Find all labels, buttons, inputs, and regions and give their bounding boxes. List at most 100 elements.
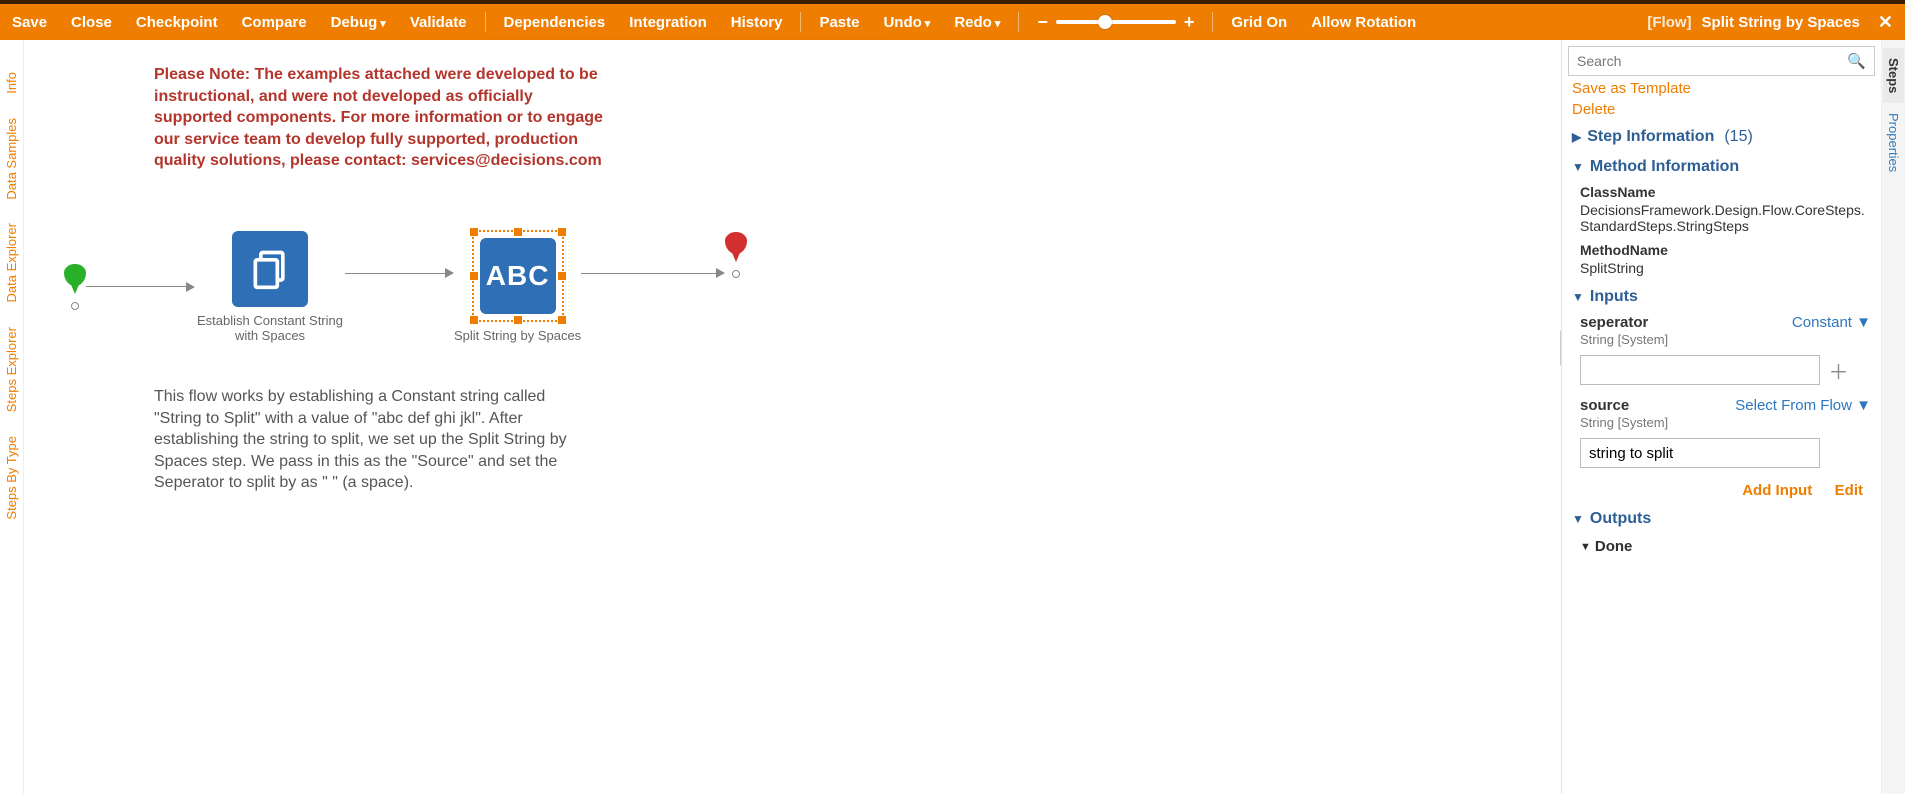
start-node[interactable] <box>64 264 86 310</box>
undo-dropdown[interactable]: Undo▾ <box>871 14 942 31</box>
zoom-out-button[interactable]: − <box>1037 12 1048 33</box>
search-input[interactable] <box>1577 53 1847 69</box>
resize-handle[interactable] <box>514 316 522 324</box>
chevron-down-icon: ▾ <box>380 18 386 30</box>
paste-button[interactable]: Paste <box>807 14 871 31</box>
tab-steps-explorer[interactable]: Steps Explorer <box>1 315 22 424</box>
validate-button[interactable]: Validate <box>398 14 479 31</box>
section-inputs[interactable]: ▼ Inputs <box>1572 280 1871 310</box>
zoom-in-button[interactable]: + <box>1184 12 1195 33</box>
end-pin-icon <box>725 232 747 266</box>
input-mapping-dropdown[interactable]: Constant ▼ <box>1792 314 1871 331</box>
start-pin-icon <box>64 264 86 298</box>
step-label: Split String by Spaces <box>454 328 581 343</box>
canvas-note: Please Note: The examples attached were … <box>154 64 604 172</box>
input-mapping-dropdown[interactable]: Select From Flow ▼ <box>1735 397 1871 414</box>
caret-right-icon: ▶ <box>1572 130 1581 144</box>
end-node[interactable] <box>725 232 747 278</box>
properties-body: Save as Template Delete ▶ Step Informati… <box>1562 80 1881 794</box>
resize-handle[interactable] <box>558 316 566 324</box>
allow-rotation-button[interactable]: Allow Rotation <box>1299 14 1428 31</box>
abc-step-icon: ABC <box>480 238 556 314</box>
compare-button[interactable]: Compare <box>230 14 319 31</box>
methodname-label: MethodName <box>1580 242 1871 258</box>
close-flow-button[interactable]: ✕ <box>1874 12 1905 33</box>
caret-down-icon: ▼ <box>1572 160 1584 174</box>
input-name: seperator <box>1580 314 1648 331</box>
caret-down-icon: ▼ <box>1572 290 1584 304</box>
add-input-button[interactable]: Add Input <box>1742 482 1812 499</box>
save-as-template-link[interactable]: Save as Template <box>1572 80 1691 99</box>
input-type-label: String [System] <box>1580 331 1871 347</box>
tab-info[interactable]: Info <box>1 60 22 106</box>
tab-data-explorer[interactable]: Data Explorer <box>1 211 22 314</box>
history-button[interactable]: History <box>719 14 795 31</box>
grid-on-button[interactable]: Grid On <box>1219 14 1299 31</box>
flow-step-establish-constant[interactable]: Establish Constant String with Spaces <box>195 231 345 343</box>
chevron-down-icon: ▾ <box>925 18 931 30</box>
toolbar-separator <box>1018 12 1019 32</box>
delete-link[interactable]: Delete <box>1572 99 1615 120</box>
output-done[interactable]: ▼ Done <box>1572 532 1871 555</box>
redo-dropdown[interactable]: Redo▾ <box>942 14 1012 31</box>
zoom-thumb[interactable] <box>1098 15 1112 29</box>
chevron-down-icon: ▼ <box>1856 314 1871 331</box>
prop-classname: ClassName DecisionsFramework.Design.Flow… <box>1572 180 1871 238</box>
save-button[interactable]: Save <box>0 14 59 31</box>
resize-handle[interactable] <box>470 272 478 280</box>
input-seperator: seperator Constant ▼ String [System] ＋ <box>1572 310 1871 393</box>
tab-steps-by-type[interactable]: Steps By Type <box>1 424 22 532</box>
section-method-information[interactable]: ▼ Method Information <box>1572 150 1871 180</box>
inputs-actions: Add Input Edit <box>1572 476 1871 502</box>
properties-panel: 🔍 Save as Template Delete ▶ Step Informa… <box>1561 40 1881 794</box>
close-button[interactable]: Close <box>59 14 124 31</box>
main-toolbar: Save Close Checkpoint Compare Debug▾ Val… <box>0 4 1905 40</box>
zoom-slider[interactable]: − + <box>1025 12 1206 33</box>
flow-connector <box>581 268 725 278</box>
resize-handle[interactable] <box>470 316 478 324</box>
input-name: source <box>1580 397 1629 414</box>
tab-properties[interactable]: Properties <box>1883 103 1904 182</box>
seperator-input[interactable] <box>1580 355 1820 385</box>
resize-handle[interactable] <box>514 228 522 236</box>
flow-step-split-string-selected[interactable]: ABC Split String by Spaces <box>454 230 581 343</box>
input-type-label: String [System] <box>1580 414 1871 430</box>
resize-handle[interactable] <box>470 228 478 236</box>
port-icon <box>71 302 79 310</box>
caret-down-icon: ▼ <box>1580 541 1591 553</box>
section-step-information[interactable]: ▶ Step Information (15) <box>1572 120 1871 150</box>
zoom-track[interactable] <box>1056 20 1176 24</box>
dependencies-button[interactable]: Dependencies <box>492 14 618 31</box>
search-icon: 🔍 <box>1847 52 1866 70</box>
flow-name: Split String by Spaces <box>1702 14 1874 31</box>
flow-diagram: Establish Constant String with Spaces AB… <box>64 230 747 343</box>
port-icon <box>732 270 740 278</box>
copy-step-icon <box>232 231 308 307</box>
debug-dropdown[interactable]: Debug▾ <box>319 14 398 31</box>
input-source: source Select From Flow ▼ String [System… <box>1572 393 1871 476</box>
prop-methodname: MethodName SplitString <box>1572 238 1871 280</box>
chevron-down-icon: ▼ <box>1856 397 1871 414</box>
properties-search[interactable]: 🔍 <box>1568 46 1875 76</box>
tab-steps[interactable]: Steps <box>1883 48 1904 103</box>
section-outputs[interactable]: ▼ Outputs <box>1572 502 1871 532</box>
methodname-value: SplitString <box>1580 258 1871 276</box>
chevron-down-icon: ▾ <box>995 18 1001 30</box>
flow-tag: [Flow] <box>1637 14 1701 31</box>
classname-value: DecisionsFramework.Design.Flow.CoreSteps… <box>1580 200 1871 234</box>
tab-data-samples[interactable]: Data Samples <box>1 106 22 212</box>
resize-handle[interactable] <box>558 272 566 280</box>
source-input[interactable] <box>1580 438 1820 468</box>
toolbar-separator <box>1212 12 1213 32</box>
integration-button[interactable]: Integration <box>617 14 719 31</box>
step-label: Establish Constant String with Spaces <box>195 313 345 343</box>
checkpoint-button[interactable]: Checkpoint <box>124 14 230 31</box>
resize-handle[interactable] <box>558 228 566 236</box>
flow-canvas[interactable]: Please Note: The examples attached were … <box>24 40 1561 794</box>
flow-connector <box>86 282 195 292</box>
right-tab-rail: Steps Properties <box>1881 40 1905 794</box>
selection-frame: ABC <box>472 230 564 322</box>
step-info-count: (15) <box>1724 128 1752 146</box>
add-value-button[interactable]: ＋ <box>1828 362 1848 384</box>
edit-inputs-button[interactable]: Edit <box>1835 482 1863 499</box>
